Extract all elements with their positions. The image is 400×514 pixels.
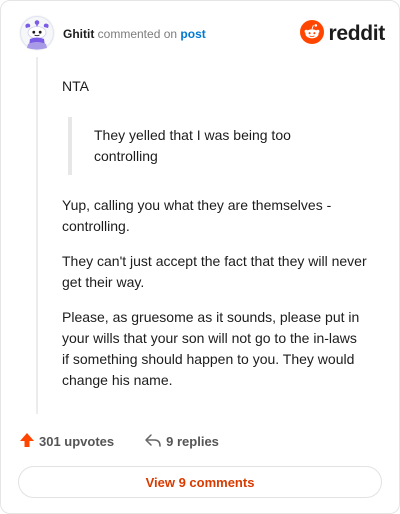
- comment-paragraph: Yup, calling you what they are themselve…: [62, 197, 332, 234]
- replies-button[interactable]: 9 replies: [144, 432, 219, 451]
- reddit-logo-icon: [300, 19, 325, 49]
- upvote-button[interactable]: 301 upvotes: [19, 432, 114, 451]
- author-name[interactable]: Ghitit: [63, 27, 94, 41]
- comment-meta: Ghitit commented on post: [63, 27, 206, 41]
- snoo-avatar-icon[interactable]: [19, 15, 55, 51]
- reply-arrow-icon: [144, 432, 166, 451]
- comment-paragraph: Please, as gruesome as it sounds, please…: [62, 309, 360, 388]
- reddit-brand[interactable]: reddit: [300, 19, 385, 49]
- replies-count: 9 replies: [166, 433, 219, 449]
- post-link[interactable]: post: [180, 27, 205, 41]
- comment-body: NTA They yelled that I was being too con…: [62, 76, 367, 391]
- comment-header: Ghitit commented on post reddit: [19, 15, 385, 55]
- comment-paragraph: NTA: [62, 78, 89, 94]
- view-comments-button[interactable]: View 9 comments: [18, 466, 382, 498]
- upvote-count: 301 upvotes: [39, 433, 115, 449]
- reddit-wordmark: reddit: [328, 22, 385, 45]
- comment-footer: 301 upvotes 9 replies: [19, 431, 219, 451]
- quote-block: They yelled that I was being too control…: [68, 117, 367, 175]
- comment-paragraph: They can't just accept the fact that the…: [62, 253, 367, 290]
- quote-text: They yelled that I was being too control…: [94, 127, 291, 164]
- upvote-arrow-icon: [19, 432, 39, 451]
- comment-card: Ghitit commented on post reddit NTA They…: [0, 0, 400, 514]
- commented-label: commented on: [97, 27, 178, 41]
- thread-line: [36, 57, 38, 414]
